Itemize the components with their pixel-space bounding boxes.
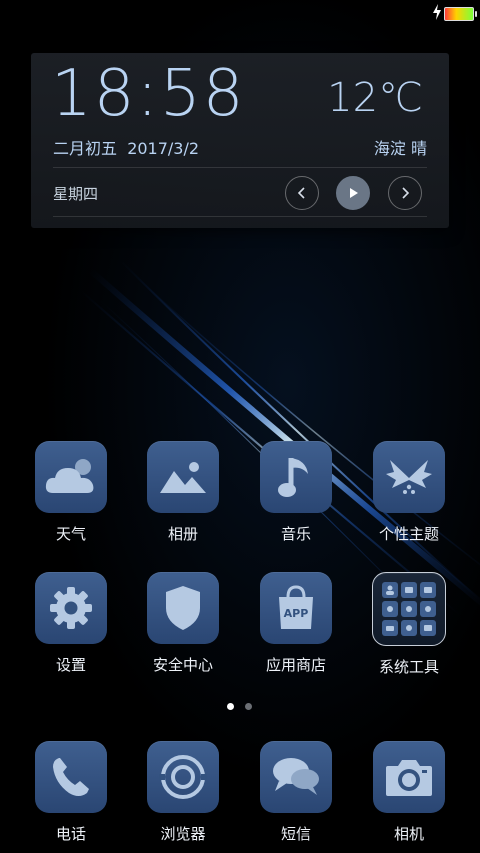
gear-icon	[50, 587, 92, 629]
page-indicator[interactable]	[227, 703, 257, 711]
previous-track-button[interactable]	[285, 176, 319, 210]
svg-text:APP: APP	[284, 607, 309, 620]
phone-icon	[53, 758, 89, 796]
app-label: 设置	[55, 656, 86, 674]
play-icon	[350, 188, 358, 198]
app-browser[interactable]: 浏览器	[128, 741, 238, 844]
lunar-date: 二月初五	[53, 139, 118, 158]
date-line: 二月初五 2017/3/2	[53, 135, 199, 159]
camera-app-icon	[373, 741, 445, 813]
app-store-app-icon: APP	[260, 572, 332, 644]
app-label: 相机	[393, 825, 424, 843]
battery-icon	[444, 7, 477, 21]
security-app-icon	[147, 572, 219, 644]
music-note-icon	[278, 458, 308, 497]
app-label: 电话	[55, 825, 86, 843]
light-streak-wallpaper	[80, 260, 480, 620]
widget-bottom-divider	[53, 216, 427, 217]
play-button[interactable]	[336, 176, 370, 210]
temperature: 12℃	[327, 75, 423, 121]
home-screen: 18:58 12℃ 二月初五 2017/3/2 海淀 晴 星期四 天气 相册 音…	[0, 0, 480, 853]
app-phone[interactable]: 电话	[16, 741, 126, 844]
app-store-bag-icon: APP	[279, 585, 313, 629]
gallery-icon	[160, 462, 206, 493]
app-label: 安全中心	[152, 656, 213, 674]
gregorian-date: 2017/3/2	[127, 139, 200, 158]
charging-icon	[433, 4, 441, 20]
system-tools-folder	[372, 572, 446, 646]
message-icon	[273, 758, 319, 795]
camera-icon	[386, 760, 432, 796]
app-store[interactable]: APP 应用商店	[241, 572, 351, 675]
app-label: 短信	[280, 825, 311, 843]
app-camera[interactable]: 相机	[354, 741, 464, 844]
app-label: 应用商店	[265, 656, 326, 674]
app-music[interactable]: 音乐	[241, 441, 351, 544]
chevron-right-icon	[402, 187, 410, 199]
app-label: 天气	[55, 525, 86, 543]
browser-app-icon	[147, 741, 219, 813]
app-security-center[interactable]: 安全中心	[128, 572, 238, 675]
phone-app-icon	[35, 741, 107, 813]
settings-app-icon	[35, 572, 107, 644]
gallery-app-icon	[147, 441, 219, 513]
app-label: 音乐	[280, 525, 311, 543]
app-themes[interactable]: 个性主题	[354, 441, 464, 544]
app-label: 浏览器	[160, 825, 206, 843]
browser-icon	[159, 755, 207, 799]
app-label: 系统工具	[378, 658, 439, 676]
page-dot-active[interactable]	[227, 703, 234, 710]
theme-app-icon	[373, 441, 445, 513]
clock-weather-widget[interactable]: 18:58 12℃ 二月初五 2017/3/2 海淀 晴 星期四	[31, 53, 449, 228]
theme-icon	[386, 460, 432, 494]
status-bar	[0, 0, 480, 28]
app-label: 个性主题	[378, 525, 439, 543]
folder-grid-icon	[382, 582, 436, 636]
app-messages[interactable]: 短信	[241, 741, 351, 844]
page-dot[interactable]	[245, 703, 252, 710]
chevron-left-icon	[297, 187, 305, 199]
shield-icon	[166, 586, 200, 630]
app-gallery[interactable]: 相册	[128, 441, 238, 544]
folder-system-tools[interactable]: 系统工具	[354, 572, 464, 677]
weather-app-icon	[35, 441, 107, 513]
cloud-icon	[45, 459, 94, 493]
clock-time: 18:58	[51, 57, 246, 131]
weekday: 星期四	[53, 185, 99, 203]
next-track-button[interactable]	[388, 176, 422, 210]
location-weather: 海淀 晴	[373, 139, 427, 158]
app-label: 相册	[167, 525, 198, 543]
app-weather[interactable]: 天气	[16, 441, 126, 544]
music-app-icon	[260, 441, 332, 513]
widget-divider	[53, 167, 427, 168]
app-settings[interactable]: 设置	[16, 572, 126, 675]
messages-app-icon	[260, 741, 332, 813]
